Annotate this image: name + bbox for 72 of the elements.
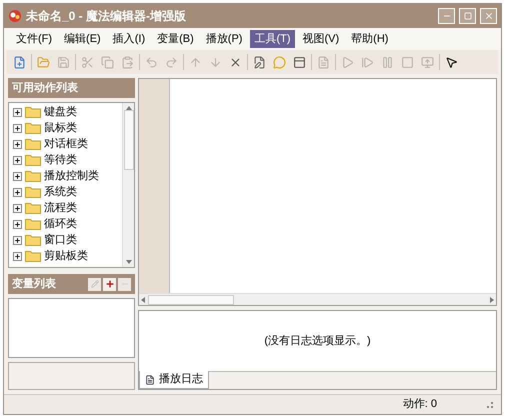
app-icon — [8, 9, 22, 23]
tree-item[interactable]: 等待类 — [44, 152, 77, 168]
plus-icon — [14, 156, 21, 164]
folder-icon — [25, 106, 41, 118]
maximize-button[interactable] — [459, 8, 476, 24]
panel-title: 可用动作列表 — [12, 80, 78, 96]
folder-icon — [25, 202, 41, 214]
folder-icon — [25, 186, 41, 198]
pencil-icon — [90, 280, 98, 288]
scroll-left-icon[interactable] — [141, 296, 145, 302]
expand-toggle-icon[interactable] — [13, 140, 22, 148]
empty-log-message: (没有日志选项显示。) — [264, 334, 371, 349]
expand-toggle-icon[interactable] — [13, 156, 22, 164]
tree-item[interactable]: 系统类 — [44, 184, 77, 200]
plus-icon — [14, 108, 21, 116]
document-icon — [145, 374, 155, 384]
panel-title: 变量列表 — [12, 276, 57, 292]
expand-toggle-icon[interactable] — [13, 188, 22, 196]
expand-toggle-icon[interactable] — [13, 108, 22, 116]
expand-toggle-icon[interactable] — [13, 172, 22, 180]
remove-button[interactable] — [118, 278, 131, 290]
menu-item[interactable]: 插入(I) — [108, 30, 150, 48]
plus-icon — [14, 236, 21, 244]
tree-item[interactable]: 鼠标类 — [44, 120, 77, 136]
menu-item[interactable]: 视图(V) — [298, 30, 344, 48]
plus-icon — [14, 188, 21, 196]
add-button[interactable] — [103, 278, 116, 290]
log-tab[interactable]: 播放日志 — [139, 371, 209, 389]
tree-item[interactable]: 剪贴板类 — [44, 248, 88, 264]
menu-item[interactable]: 帮助(H) — [347, 30, 392, 48]
folder-icon — [25, 218, 41, 230]
maximize-icon — [464, 12, 472, 20]
scroll-right-icon[interactable] — [490, 296, 494, 302]
expand-toggle-icon[interactable] — [13, 236, 22, 244]
vertical-scrollbar[interactable] — [122, 103, 134, 267]
folder-icon — [25, 170, 41, 182]
menu-item[interactable]: 工具(T) — [250, 30, 294, 48]
close-button[interactable] — [480, 8, 497, 24]
menu-item[interactable]: 播放(P) — [202, 30, 246, 48]
plus-icon — [14, 220, 21, 228]
expand-toggle-icon[interactable] — [13, 220, 22, 228]
plus-icon — [14, 252, 21, 260]
tree-item[interactable]: 流程类 — [44, 200, 77, 216]
plus-icon — [104, 279, 114, 289]
menu-item[interactable]: 文件(F) — [12, 30, 56, 48]
expand-toggle-icon[interactable] — [13, 204, 22, 212]
menu-item[interactable]: 编辑(E) — [60, 30, 105, 48]
window-title: 未命名_0 - 魔法编辑器-增强版 — [26, 8, 188, 25]
plus-icon — [14, 140, 21, 148]
tree-item[interactable]: 播放控制类 — [44, 168, 99, 184]
folder-icon — [25, 250, 41, 262]
action-count: 动作: 0 — [402, 397, 437, 412]
tree-item[interactable]: 对话框类 — [44, 136, 88, 152]
minimize-button[interactable] — [438, 8, 455, 24]
close-icon — [484, 11, 494, 21]
folder-icon — [25, 122, 41, 134]
folder-icon — [25, 234, 41, 246]
scroll-down-icon[interactable] — [126, 260, 132, 264]
tree-item[interactable]: 窗口类 — [44, 232, 77, 248]
horizontal-scrollbar[interactable] — [139, 293, 496, 305]
tree-item[interactable]: 循环类 — [44, 216, 77, 232]
plus-icon — [14, 172, 21, 180]
plus-icon — [14, 204, 21, 212]
tree-item[interactable]: 键盘类 — [44, 104, 77, 120]
edit-button[interactable] — [88, 278, 101, 290]
folder-icon — [25, 154, 41, 166]
menu-item[interactable]: 变量(B) — [153, 30, 198, 48]
expand-toggle-icon[interactable] — [13, 252, 22, 260]
plus-icon — [14, 124, 21, 132]
expand-toggle-icon[interactable] — [13, 124, 22, 132]
resize-grip-icon — [487, 402, 493, 408]
folder-icon — [25, 138, 41, 150]
